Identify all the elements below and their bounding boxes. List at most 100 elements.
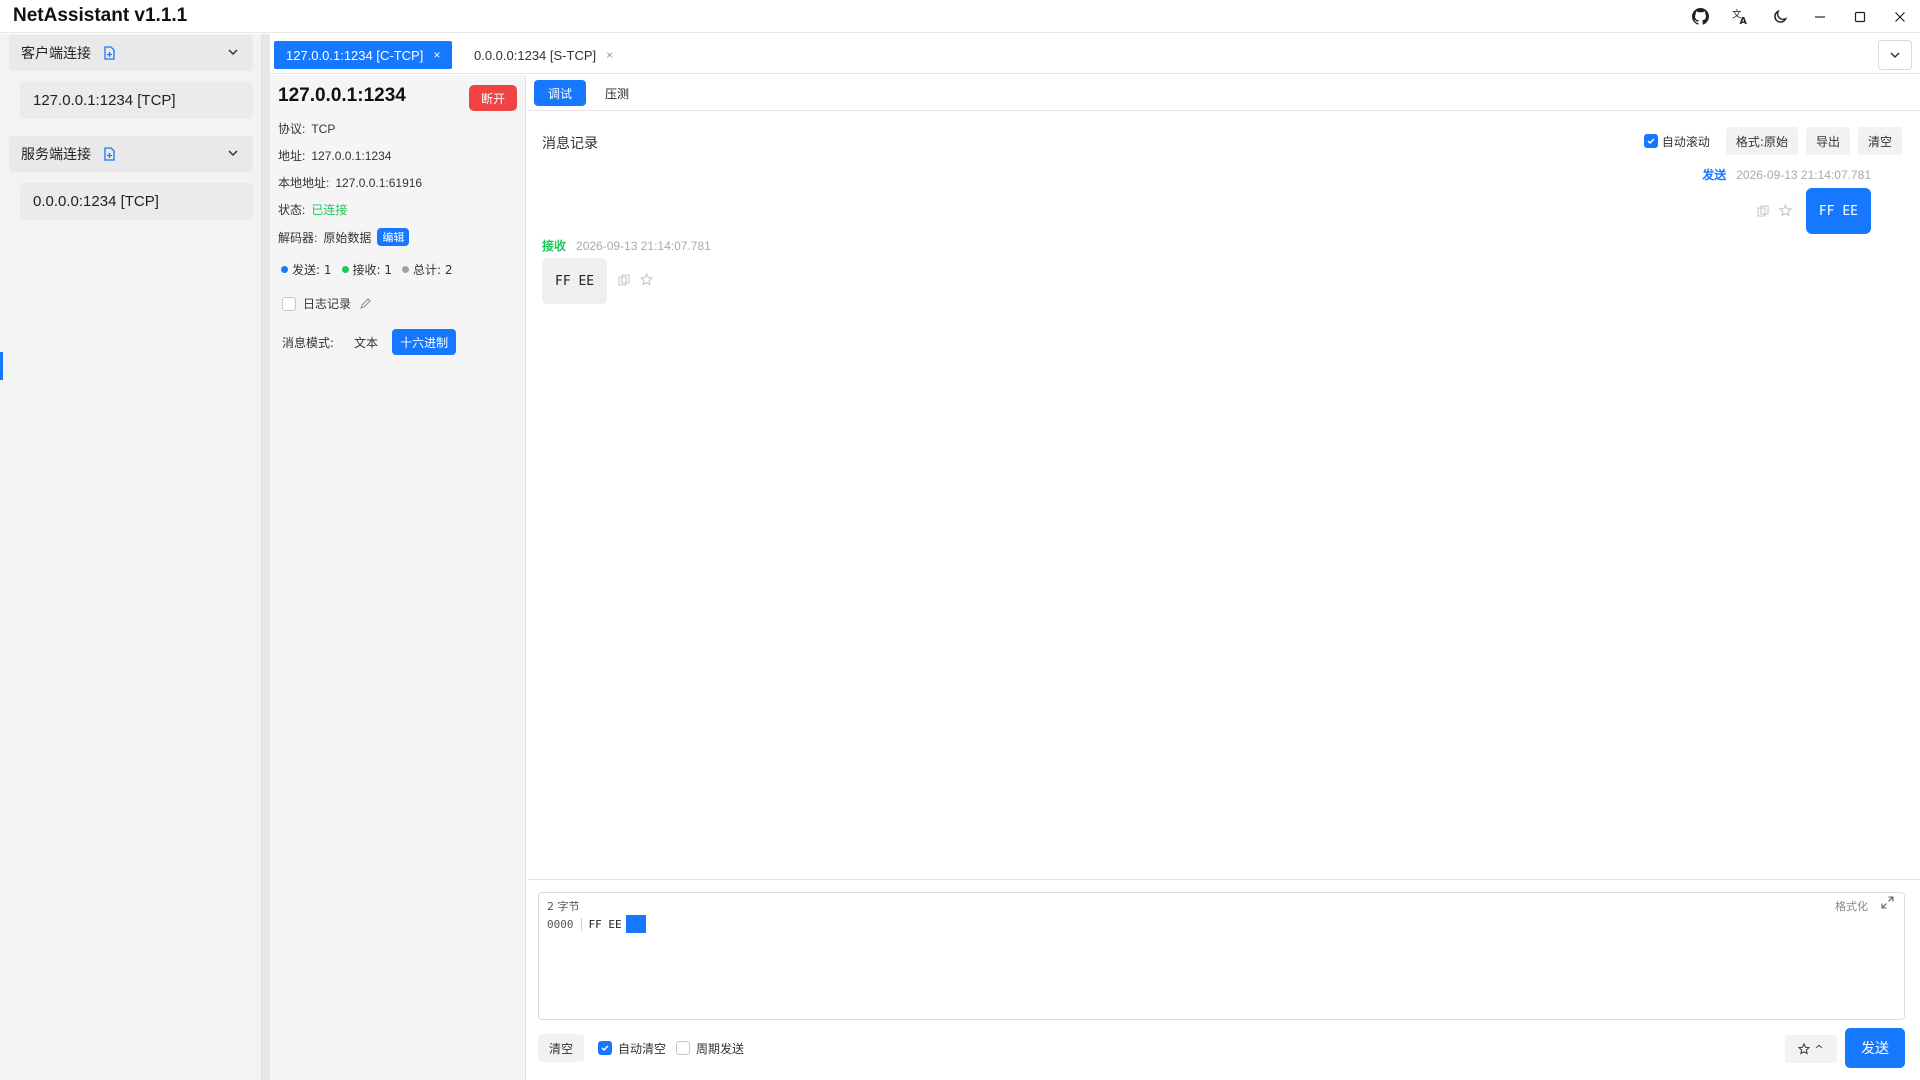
mode-hex-button[interactable]: 十六进制 — [392, 329, 457, 355]
window-controls: 文A — [1680, 0, 1920, 33]
tab-label: 127.0.0.1:1234 [C-TCP] — [286, 47, 424, 63]
chevron-down-icon[interactable] — [227, 147, 239, 163]
client-group-header[interactable]: 客户端连接 — [9, 35, 253, 71]
total-dot-icon — [402, 266, 409, 273]
connection-tabs: 127.0.0.1:1234 [C-TCP] × 0.0.0.0:1234 [S… — [270, 34, 1920, 74]
clear-log-button[interactable]: 清空 — [1857, 127, 1902, 155]
auto-clear-option[interactable]: 自动清空 — [598, 1040, 666, 1057]
tab-client-tcp[interactable]: 127.0.0.1:1234 [C-TCP] × — [274, 41, 453, 69]
address-row: 地址: 127.0.0.1:1234 — [278, 147, 391, 164]
moon-icon[interactable] — [1760, 0, 1800, 33]
star-icon[interactable] — [640, 273, 653, 286]
translate-icon[interactable]: 文A — [1720, 0, 1760, 33]
client-group-label: 客户端连接 — [21, 46, 91, 62]
chevron-down-icon — [1890, 52, 1900, 59]
byte-count: 2 字节 — [547, 900, 580, 913]
received-message-actions — [618, 273, 663, 286]
sidebar-item-client-connection[interactable]: 127.0.0.1:1234 [TCP] — [20, 82, 253, 119]
check-icon — [601, 1045, 609, 1052]
tab-close-icon[interactable]: × — [606, 48, 613, 62]
minimize-icon[interactable] — [1800, 0, 1840, 33]
tab-list-dropdown[interactable] — [1878, 40, 1912, 70]
sidebar-item-server-connection[interactable]: 0.0.0.0:1234 [TCP] — [20, 183, 253, 220]
sent-message-actions — [1747, 204, 1792, 217]
address-value: 127.0.0.1:1234 — [311, 148, 392, 163]
log-record-checkbox[interactable] — [282, 296, 296, 311]
status-row: 状态: 已连接 — [278, 201, 347, 218]
copy-icon[interactable] — [618, 274, 630, 286]
sent-message-bubble: FF EE — [1805, 188, 1871, 234]
text-cursor — [625, 915, 646, 933]
chevron-up-icon: ^ — [1814, 1042, 1824, 1056]
tab-debug[interactable]: 调试 — [534, 80, 587, 106]
received-dot-icon — [341, 266, 349, 273]
total-stat: 总计: 2 — [402, 261, 453, 278]
message-mode-label: 消息模式: — [282, 335, 335, 350]
address-label: 地址: — [278, 149, 306, 163]
hex-bytes: FF EE — [588, 917, 622, 931]
connection-info-panel: 127.0.0.1:1234 断开 协议: TCP 地址: 127.0.0.1:… — [270, 75, 526, 1080]
export-button[interactable]: 导出 — [1805, 127, 1850, 155]
hex-offset: 0000 — [547, 917, 582, 931]
sent-direction-label: 发送 — [1702, 168, 1727, 182]
star-icon[interactable] — [1779, 204, 1792, 217]
svg-text:A: A — [1739, 16, 1747, 25]
sent-timestamp: 2026-09-13 21:14:07.781 — [1736, 167, 1871, 182]
tab-label: 0.0.0.0:1234 [S-TCP] — [474, 47, 597, 63]
github-icon[interactable] — [1680, 0, 1720, 33]
star-icon — [1798, 1043, 1811, 1055]
check-icon — [1647, 138, 1655, 145]
server-group-label: 服务端连接 — [21, 147, 91, 163]
local-address-value: 127.0.0.1:61916 — [335, 175, 423, 190]
copy-icon[interactable] — [1757, 205, 1769, 217]
input-panel-divider — [527, 879, 1920, 880]
sent-dot-icon — [281, 266, 288, 273]
chevron-down-icon[interactable] — [227, 46, 239, 62]
periodic-send-option[interactable]: 周期发送 — [676, 1040, 744, 1057]
tab-close-icon[interactable]: × — [433, 48, 440, 62]
expand-icon[interactable] — [1881, 896, 1894, 909]
clear-input-button[interactable]: 清空 — [538, 1034, 585, 1062]
mode-text-button[interactable]: 文本 — [346, 329, 386, 355]
connection-title: 127.0.0.1:1234 — [278, 85, 406, 106]
send-button[interactable]: 发送 — [1845, 1028, 1905, 1068]
protocol-row: 协议: TCP — [278, 120, 335, 137]
add-server-icon[interactable] — [103, 147, 116, 161]
hex-editor[interactable]: 2 字节 格式化 0000 FF EE — [538, 892, 1905, 1020]
tab-stress[interactable]: 压测 — [591, 80, 643, 106]
auto-scroll-checkbox[interactable] — [1643, 134, 1658, 148]
left-edge-indicator — [0, 352, 3, 380]
disconnect-button[interactable]: 断开 — [469, 85, 517, 111]
sidebar-resize-handle[interactable] — [262, 34, 270, 1080]
decoder-value: 原始数据 — [323, 230, 372, 245]
pencil-icon[interactable] — [359, 297, 371, 310]
add-client-icon[interactable] — [103, 46, 116, 60]
protocol-label: 协议: — [278, 122, 306, 136]
close-icon[interactable] — [1880, 0, 1920, 33]
message-log-title: 消息记录 — [542, 136, 598, 152]
favorites-button[interactable]: ^ — [1785, 1035, 1837, 1063]
format-button[interactable]: 格式:原始 — [1725, 127, 1798, 155]
periodic-send-label: 周期发送 — [696, 1041, 745, 1056]
log-toolbar: 自动滚动 格式:原始 导出 清空 — [1643, 127, 1902, 155]
received-stat: 接收: 1 — [341, 261, 392, 278]
protocol-value: TCP — [311, 121, 336, 136]
received-direction-label: 接收 — [542, 239, 567, 253]
send-bar: 清空 自动清空 周期发送 ^ 发送 — [538, 1028, 1905, 1068]
auto-scroll-option[interactable]: 自动滚动 — [1643, 133, 1710, 150]
format-link[interactable]: 格式化 — [1835, 898, 1868, 914]
sent-stat: 发送: 1 — [281, 261, 332, 278]
auto-clear-checkbox[interactable] — [598, 1041, 613, 1055]
received-message-meta: 接收 2026-09-13 21:14:07.781 — [542, 237, 711, 254]
tab-server-tcp[interactable]: 0.0.0.0:1234 [S-TCP] × — [462, 41, 625, 69]
main-tabs: 调试 压测 — [527, 75, 1920, 111]
auto-clear-label: 自动清空 — [618, 1041, 667, 1056]
status-badge: 已连接 — [311, 203, 348, 217]
server-group-header[interactable]: 服务端连接 — [9, 136, 253, 172]
periodic-send-checkbox[interactable] — [676, 1041, 691, 1055]
message-mode-row: 消息模式: 文本 十六进制 — [282, 329, 457, 355]
maximize-icon[interactable] — [1840, 0, 1880, 33]
edit-decoder-button[interactable]: 编辑 — [377, 228, 410, 246]
traffic-stats: 发送: 1 接收: 1 总计: 2 — [281, 261, 463, 278]
decoder-row: 解码器: 原始数据 编辑 — [278, 228, 410, 246]
